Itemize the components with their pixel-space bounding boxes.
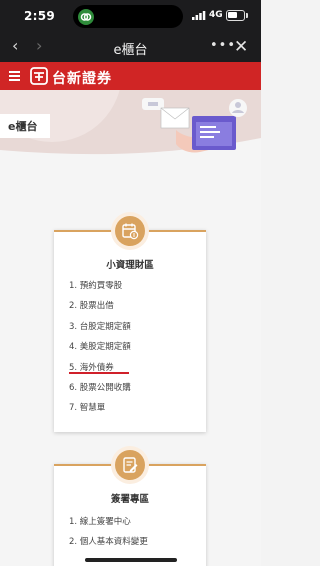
section-menu: 1. 線上簽署中心 2. 個人基本資料變更 [69,512,199,552]
signal-icon [192,11,206,20]
battery-tip [246,13,248,18]
network-label: 4G [209,10,223,20]
page-banner: e櫃台 [0,90,261,162]
section-card-signing: 簽署專區 1. 線上簽署中心 2. 個人基本資料變更 [54,446,206,566]
close-icon[interactable]: ✕ [234,37,248,57]
link-activity-icon [78,9,94,25]
menu-item-smart-order[interactable]: 7. 智慧單 [69,398,199,418]
taishin-logo-icon [30,67,48,85]
status-bar: 2:59 4G [0,0,261,32]
section-title: 簽署專區 [110,494,149,505]
sign-document-icon [111,446,149,484]
more-dots-icon[interactable]: ••• [210,38,236,53]
dynamic-island [73,5,183,28]
calendar-money-icon [111,212,149,250]
highlight-underline [69,372,129,374]
home-indicator [85,558,177,562]
menu-item-profile-change[interactable]: 2. 個人基本資料變更 [69,532,199,552]
hamburger-icon[interactable] [9,71,20,81]
battery-icon [226,10,245,21]
brand-name: 台新證券 [52,71,112,87]
main-content: 小資理財區 1. 預約買零股 2. 股票出借 3. 台股定期定額 4. 美股定期… [0,162,261,566]
clock: 2:59 [24,9,56,23]
menu-item-online-signing[interactable]: 1. 線上簽署中心 [69,512,199,532]
browser-toolbar: ‹ › e櫃台 ••• ✕ [0,32,261,62]
menu-item-tender-offer[interactable]: 6. 股票公開收購 [69,378,199,398]
section-card-micro-investing: 小資理財區 1. 預約買零股 2. 股票出借 3. 台股定期定額 4. 美股定期… [54,212,206,432]
menu-item-odd-lot[interactable]: 1. 預約買零股 [69,276,199,296]
section-title: 小資理財區 [106,260,154,271]
banner-title-box: e櫃台 [0,114,50,138]
menu-item-tw-dca[interactable]: 3. 台股定期定額 [69,317,199,337]
section-menu: 1. 預約買零股 2. 股票出借 3. 台股定期定額 4. 美股定期定額 5. … [69,276,199,419]
page-title: e櫃台 [8,120,38,133]
menu-item-us-dca[interactable]: 4. 美股定期定額 [69,337,199,357]
menu-item-stock-lending[interactable]: 2. 股票出借 [69,296,199,316]
site-header: 台新證券 [0,62,261,90]
menu-item-overseas-bonds[interactable]: 5. 海外債券 [69,358,199,378]
